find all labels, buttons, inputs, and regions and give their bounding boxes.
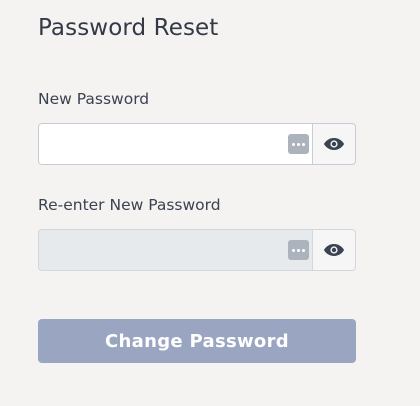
change-password-button[interactable]: Change Password — [38, 319, 356, 363]
password-manager-icon[interactable] — [288, 134, 309, 154]
new-password-group — [38, 123, 356, 165]
new-password-wrapper — [38, 123, 312, 165]
confirm-password-wrapper — [38, 229, 312, 271]
confirm-password-group — [38, 229, 356, 271]
confirm-password-input[interactable] — [39, 230, 312, 270]
show-confirm-password-button[interactable] — [312, 229, 356, 271]
show-new-password-button[interactable] — [312, 123, 356, 165]
eye-icon — [324, 138, 344, 150]
page-title: Password Reset — [38, 15, 219, 41]
password-manager-icon[interactable] — [288, 240, 309, 260]
new-password-label: New Password — [38, 90, 150, 108]
new-password-input[interactable] — [39, 124, 312, 164]
confirm-password-label: Re-enter New Password — [38, 196, 221, 214]
eye-icon — [324, 244, 344, 256]
